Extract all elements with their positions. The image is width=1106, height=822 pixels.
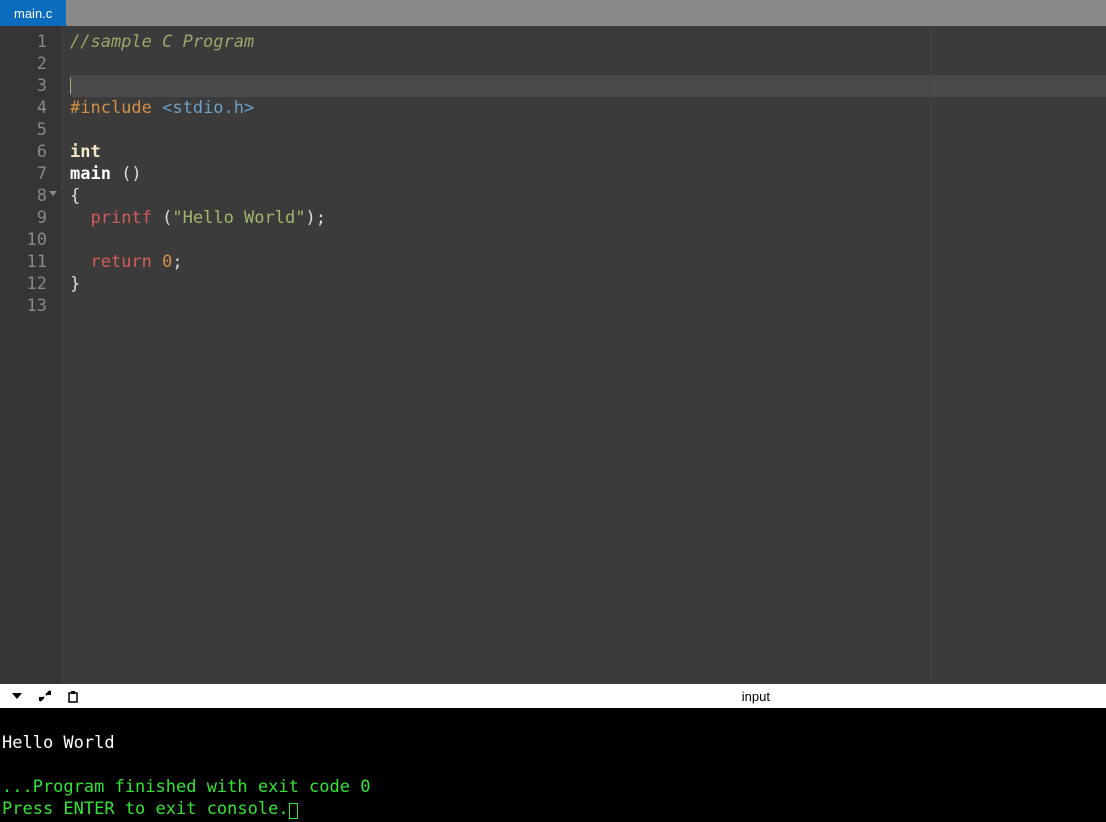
text-cursor xyxy=(70,78,71,94)
code-line[interactable]: int xyxy=(70,141,1106,163)
code-line[interactable]: { xyxy=(70,185,1106,207)
input-label[interactable]: input xyxy=(742,689,770,704)
code-line[interactable] xyxy=(70,119,1106,141)
line-number: 6 xyxy=(0,141,47,163)
code-line[interactable] xyxy=(70,229,1106,251)
console-line: ...Program finished with exit code 0 xyxy=(2,777,370,797)
tab-bar: main.c xyxy=(0,0,1106,26)
console-toolbar: input xyxy=(0,684,1106,708)
code-line[interactable]: return 0; xyxy=(70,251,1106,273)
line-number: 8 xyxy=(0,185,47,207)
code-line-active[interactable] xyxy=(70,75,1106,97)
line-number: 9 xyxy=(0,207,47,229)
code-line[interactable]: main () xyxy=(70,163,1106,185)
expand-icon[interactable] xyxy=(34,686,56,706)
line-number: 2 xyxy=(0,53,47,75)
line-number: 12 xyxy=(0,273,47,295)
console-line: Press ENTER to exit console. xyxy=(2,799,289,819)
code-line[interactable] xyxy=(70,53,1106,75)
print-margin xyxy=(930,26,931,684)
tab-main-c[interactable]: main.c xyxy=(0,0,66,26)
code-line[interactable]: printf ("Hello World"); xyxy=(70,207,1106,229)
code-area[interactable]: //sample C Program #include <stdio.h> in… xyxy=(60,26,1106,684)
console-line: Hello World xyxy=(2,733,115,753)
collapse-icon[interactable] xyxy=(6,686,28,706)
code-editor[interactable]: 1 2 3 4 5 6 7 8 9 10 11 12 13 //sample C… xyxy=(0,26,1106,684)
console-cursor xyxy=(289,803,298,819)
code-line[interactable]: } xyxy=(70,273,1106,295)
line-number: 5 xyxy=(0,119,47,141)
line-number-gutter: 1 2 3 4 5 6 7 8 9 10 11 12 13 xyxy=(0,26,60,684)
line-number: 11 xyxy=(0,251,47,273)
fold-icon[interactable] xyxy=(49,191,57,196)
line-number: 4 xyxy=(0,97,47,119)
console-output[interactable]: Hello World ...Program finished with exi… xyxy=(0,708,1106,822)
line-number: 7 xyxy=(0,163,47,185)
line-number: 13 xyxy=(0,295,47,317)
code-line[interactable] xyxy=(70,295,1106,317)
line-number: 1 xyxy=(0,31,47,53)
line-number: 3 xyxy=(0,75,47,97)
line-number: 10 xyxy=(0,229,47,251)
code-line[interactable]: #include <stdio.h> xyxy=(70,97,1106,119)
copy-icon[interactable] xyxy=(62,686,84,706)
code-line[interactable]: //sample C Program xyxy=(70,31,1106,53)
